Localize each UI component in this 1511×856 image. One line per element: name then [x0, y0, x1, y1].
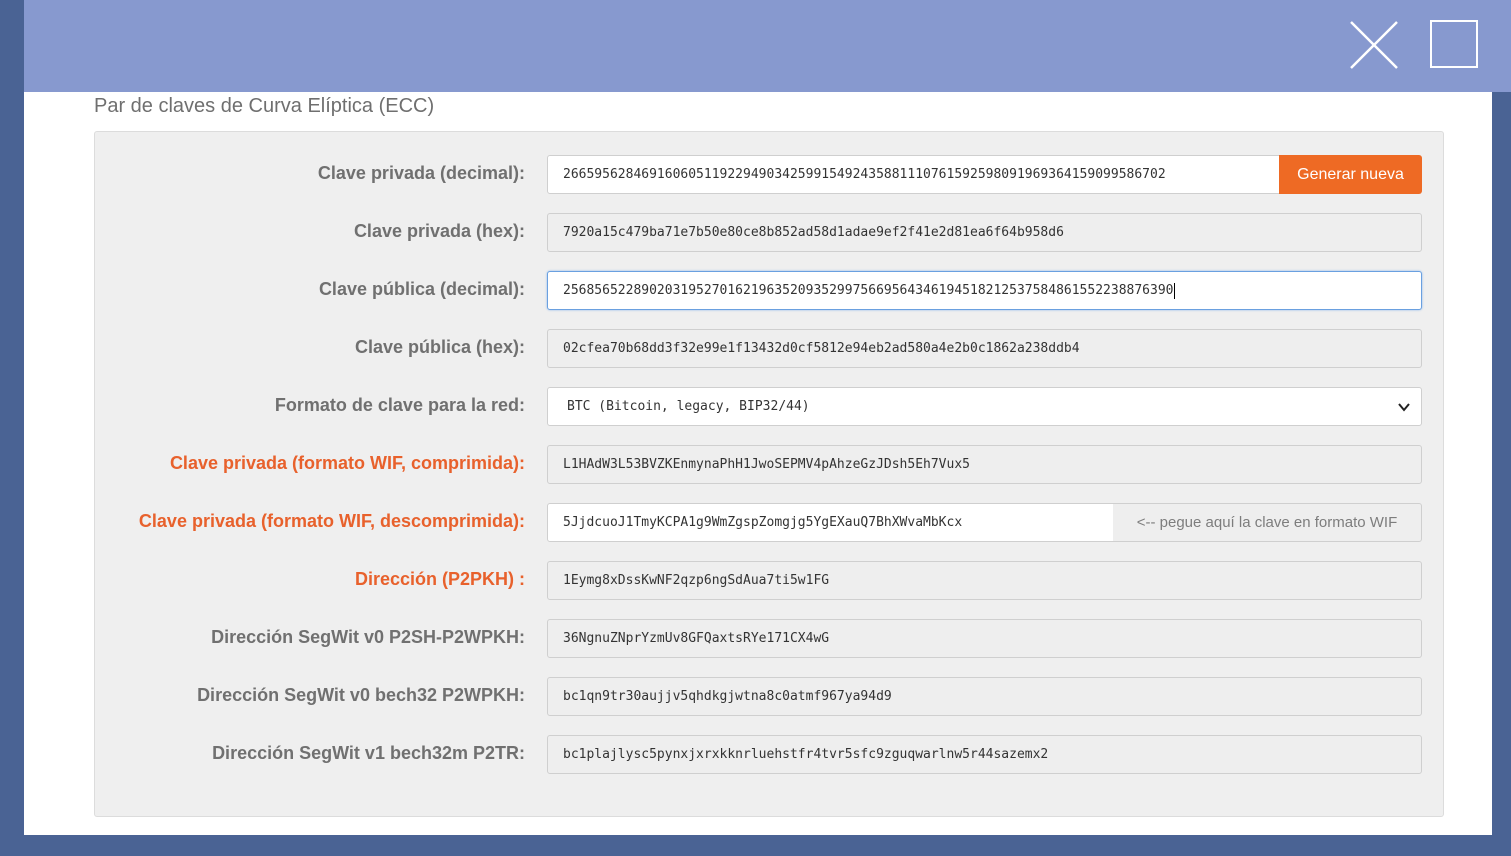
- row-segwit-bech32: Dirección SegWit v0 bech32 P2WPKH: bc1qn…: [95, 675, 1443, 716]
- address-p2pkh-label: Dirección (P2PKH) :: [354, 569, 525, 589]
- segwit-p2sh-label: Dirección SegWit v0 P2SH-P2WPKH:: [211, 627, 525, 647]
- row-segwit-p2sh: Dirección SegWit v0 P2SH-P2WPKH: 36NgnuZ…: [95, 617, 1443, 658]
- row-network-format: Formato de clave para la red: BTC (Bitco…: [95, 385, 1443, 426]
- address-p2pkh-field[interactable]: 1Eymg8xDssKwNF2qzp6ngSdAua7ti5w1FG: [547, 561, 1422, 600]
- wif-compressed-label: Clave privada (formato WIF, comprimida):: [169, 453, 525, 473]
- network-format-label: Formato de clave para la red:: [274, 395, 525, 415]
- chevron-down-icon: [1398, 403, 1410, 412]
- segwit-bech32-label: Dirección SegWit v0 bech32 P2WPKH:: [197, 685, 525, 705]
- content-area: Par de claves de Curva Elíptica (ECC) Cl…: [24, 92, 1492, 835]
- row-public-hex: Clave pública (hex): 02cfea70b68dd3f32e9…: [95, 327, 1443, 368]
- private-decimal-label: Clave privada (decimal):: [317, 163, 525, 183]
- row-wif-uncompressed: Clave privada (formato WIF, descomprimid…: [95, 501, 1443, 542]
- public-decimal-value: 2568565228902031952701621963520935299756…: [563, 283, 1174, 298]
- private-decimal-input[interactable]: 2665956284691606051192294903425991549243…: [547, 155, 1280, 194]
- segwit-bech32m-field[interactable]: bc1plajlysc5pynxjxrxkknrluehstfr4tvr5sfc…: [547, 735, 1422, 774]
- segwit-p2sh-field[interactable]: 36NgnuZNprYzmUv8GFQaxtsRYe171CX4wG: [547, 619, 1422, 658]
- text-caret: [1174, 282, 1176, 299]
- row-private-decimal: Clave privada (decimal): 266595628469160…: [95, 153, 1443, 194]
- public-hex-field[interactable]: 02cfea70b68dd3f32e99e1f13432d0cf5812e94e…: [547, 329, 1422, 368]
- public-decimal-input[interactable]: 2568565228902031952701621963520935299756…: [547, 271, 1422, 310]
- public-decimal-label: Clave pública (decimal):: [318, 279, 525, 299]
- maximize-icon[interactable]: [1430, 20, 1478, 68]
- row-private-hex: Clave privada (hex): 7920a15c479ba71e7b5…: [95, 211, 1443, 252]
- public-hex-label: Clave pública (hex):: [354, 337, 525, 357]
- wif-paste-hint: <-- pegue aquí la clave en formato WIF: [1113, 503, 1422, 542]
- row-public-decimal: Clave pública (decimal): 256856522890203…: [95, 269, 1443, 310]
- row-wif-compressed: Clave privada (formato WIF, comprimida):…: [95, 443, 1443, 484]
- window-bottom-border: [0, 835, 1492, 856]
- segwit-bech32m-label: Dirección SegWit v1 bech32m P2TR:: [212, 743, 525, 763]
- network-format-select[interactable]: BTC (Bitcoin, legacy, BIP32/44): [547, 387, 1422, 426]
- row-address-p2pkh: Dirección (P2PKH) : 1Eymg8xDssKwNF2qzp6n…: [95, 559, 1443, 600]
- row-segwit-bech32m: Dirección SegWit v1 bech32m P2TR: bc1pla…: [95, 733, 1443, 774]
- segwit-bech32-field[interactable]: bc1qn9tr30aujjv5qhdkgjwtna8c0atmf967ya94…: [547, 677, 1422, 716]
- wif-uncompressed-label: Clave privada (formato WIF, descomprimid…: [138, 511, 525, 531]
- window-titlebar: [24, 0, 1511, 92]
- network-format-selected: BTC (Bitcoin, legacy, BIP32/44): [567, 399, 810, 414]
- close-icon[interactable]: [1349, 20, 1399, 70]
- wif-compressed-field[interactable]: L1HAdW3L53BVZKEnmynaPhH1JwoSEPMV4pAhzeGz…: [547, 445, 1422, 484]
- private-hex-label: Clave privada (hex):: [353, 221, 525, 241]
- ecc-keypair-panel: Clave privada (decimal): 266595628469160…: [94, 131, 1444, 817]
- wif-uncompressed-input[interactable]: 5JjdcuoJ1TmyKCPA1g9WmZgspZomgjg5YgEXauQ7…: [547, 503, 1114, 542]
- private-hex-field[interactable]: 7920a15c479ba71e7b50e80ce8b852ad58d1adae…: [547, 213, 1422, 252]
- generate-new-button[interactable]: Generar nueva: [1279, 155, 1422, 194]
- section-title: Par de claves de Curva Elíptica (ECC): [94, 95, 435, 117]
